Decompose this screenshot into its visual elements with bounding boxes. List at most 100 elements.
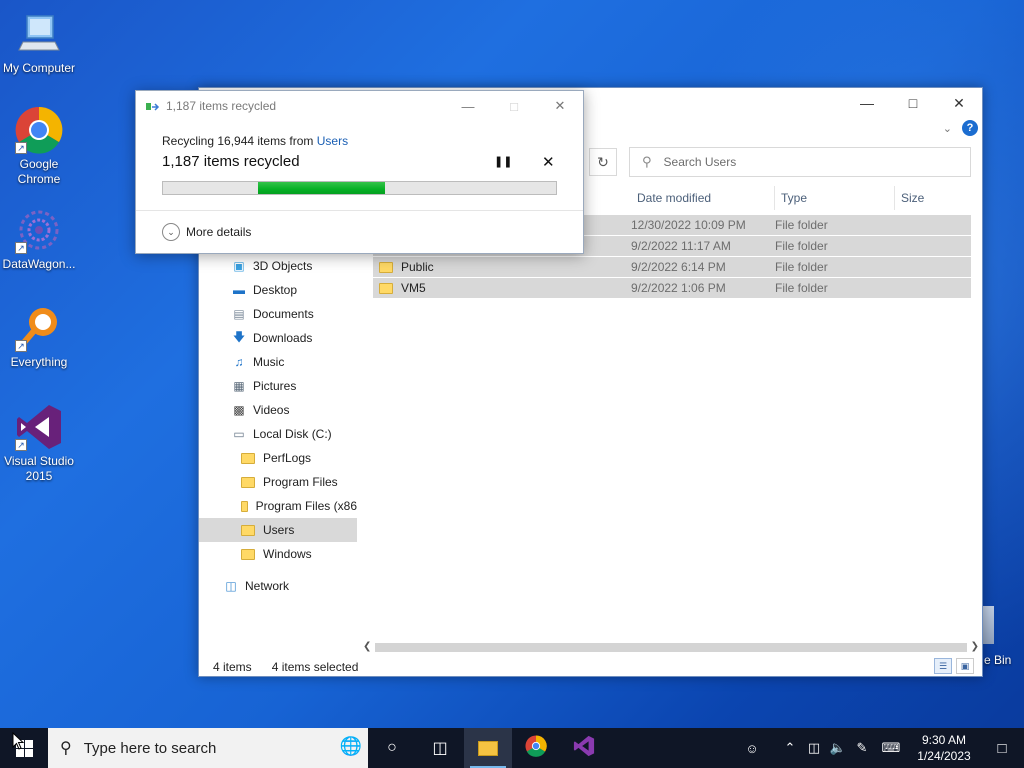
scroll-left-icon[interactable]: ❮ bbox=[363, 639, 371, 655]
desktop-icon-label: DataWagon... bbox=[2, 257, 76, 271]
notifications-icon[interactable]: □ bbox=[980, 740, 1024, 757]
nav-item-users[interactable]: Users bbox=[199, 518, 357, 542]
chrome-icon: ↗ bbox=[15, 106, 63, 154]
task-view-icon: ◫ bbox=[432, 740, 448, 757]
desktop-icon-label: Google Chrome bbox=[17, 157, 61, 186]
mouse-cursor-icon bbox=[12, 731, 25, 753]
file-type: File folder bbox=[775, 218, 828, 232]
file-date: 9/2/2022 11:17 AM bbox=[631, 239, 731, 253]
nav-item-label: Videos bbox=[253, 403, 290, 417]
taskbar-search-box[interactable]: ⚲ Type here to search 🌐 bbox=[48, 728, 368, 768]
file-date: 12/30/2022 10:09 PM bbox=[631, 218, 746, 232]
source-folder-link[interactable]: Users bbox=[317, 134, 348, 148]
navigation-pane: ▣ 3D Objects ▬ Desktop ▤ Documents 🡇 Dow… bbox=[199, 254, 357, 598]
nav-item-program-files-x86[interactable]: Program Files (x86 bbox=[199, 494, 357, 518]
desktop-icon-google-chrome[interactable]: ↗ Google Chrome bbox=[0, 106, 78, 187]
recycle-bin-icon[interactable] bbox=[982, 606, 994, 644]
network-icon[interactable]: ◫ bbox=[802, 740, 826, 756]
column-header-type[interactable]: Type bbox=[775, 186, 895, 210]
visual-studio-icon bbox=[573, 735, 595, 762]
desktop-icon-visual-studio[interactable]: ↗ Visual Studio 2015 bbox=[0, 403, 78, 484]
minimize-button[interactable]: — bbox=[844, 88, 890, 118]
search-placeholder: Search Users bbox=[663, 155, 737, 169]
search-input[interactable]: ⚲ Search Users bbox=[629, 147, 971, 177]
status-bar: 4 items 4 items selected bbox=[213, 660, 358, 674]
network-icon: ◫ bbox=[225, 579, 237, 593]
close-button[interactable]: ✕ bbox=[936, 88, 982, 118]
folder-icon bbox=[379, 261, 393, 273]
task-view-button[interactable]: ◫ bbox=[416, 728, 464, 768]
nav-item-local-disk[interactable]: ▭ Local Disk (C:) bbox=[199, 422, 357, 446]
nav-item-label: Desktop bbox=[253, 283, 298, 297]
dialog-minimize-button[interactable]: — bbox=[445, 91, 491, 121]
people-icon[interactable]: ☺ bbox=[740, 741, 764, 756]
column-header-size[interactable]: Size bbox=[895, 186, 973, 210]
taskbar-visual-studio[interactable] bbox=[560, 728, 608, 768]
nav-item-label: Pictures bbox=[253, 379, 297, 393]
nav-item-program-files[interactable]: Program Files bbox=[199, 470, 357, 494]
nav-item-label: Downloads bbox=[253, 331, 313, 345]
horizontal-scrollbar[interactable]: ❮ ❯ bbox=[359, 639, 983, 655]
file-date: 9/2/2022 1:06 PM bbox=[631, 281, 726, 295]
nav-item-downloads[interactable]: 🡇 Downloads bbox=[199, 326, 357, 350]
maximize-button[interactable]: □ bbox=[890, 88, 936, 118]
search-highlight-illustration-icon: 🌐 bbox=[339, 736, 362, 756]
file-row[interactable]: VM5 9/2/2022 1:06 PM File folder bbox=[373, 278, 971, 299]
dialog-close-button[interactable]: ✕ bbox=[537, 91, 583, 121]
computer-icon bbox=[15, 10, 63, 58]
nav-item-network[interactable]: ◫ Network bbox=[199, 574, 357, 598]
start-button[interactable] bbox=[0, 728, 48, 768]
help-icon[interactable]: ? bbox=[962, 120, 978, 136]
taskbar-search-placeholder: Type here to search bbox=[83, 739, 217, 757]
keyboard-icon[interactable]: ⌨ bbox=[874, 740, 908, 756]
volume-icon[interactable]: 🔈 bbox=[826, 740, 850, 756]
dialog-title: 1,187 items recycled bbox=[166, 99, 277, 113]
nav-item-label: Program Files bbox=[263, 475, 338, 489]
desktop-icon-label: My Computer bbox=[2, 61, 76, 75]
show-hidden-icons-chevron-icon[interactable]: ⌃ bbox=[778, 740, 802, 756]
nav-item-windows[interactable]: Windows bbox=[199, 542, 357, 566]
taskbar-chrome[interactable] bbox=[512, 728, 560, 768]
large-icons-view-icon[interactable]: ▣ bbox=[956, 658, 974, 674]
nav-item-documents[interactable]: ▤ Documents bbox=[199, 302, 357, 326]
pause-button[interactable]: ❚❚ bbox=[494, 155, 512, 168]
recycle-source-text: Recycling 16,944 items from bbox=[162, 134, 317, 148]
folder-icon bbox=[379, 282, 393, 294]
column-header-date[interactable]: Date modified bbox=[631, 186, 775, 210]
cancel-button[interactable]: ✕ bbox=[542, 153, 555, 171]
cortana-button[interactable]: ○ bbox=[368, 728, 416, 768]
clock[interactable]: 9:30 AM 1/24/2023 bbox=[908, 732, 980, 764]
file-row[interactable]: Public 9/2/2022 6:14 PM File folder bbox=[373, 257, 971, 278]
folder-icon bbox=[241, 500, 248, 512]
recycle-copy-icon bbox=[146, 101, 160, 111]
nav-item-3d-objects[interactable]: ▣ 3D Objects bbox=[199, 254, 357, 278]
file-type: File folder bbox=[775, 239, 828, 253]
desktop-icon-everything[interactable]: ↗ Everything bbox=[0, 304, 78, 370]
everything-search-icon: ↗ bbox=[15, 304, 63, 352]
refresh-button[interactable]: ↻ bbox=[589, 148, 617, 176]
nav-item-pictures[interactable]: ▦ Pictures bbox=[199, 374, 357, 398]
file-name: VM5 bbox=[401, 281, 426, 295]
scroll-right-icon[interactable]: ❯ bbox=[971, 639, 979, 655]
file-explorer-icon bbox=[478, 740, 498, 756]
expand-ribbon-chevron-icon[interactable]: ⌄ bbox=[943, 122, 952, 135]
nav-item-desktop[interactable]: ▬ Desktop bbox=[199, 278, 357, 302]
dialog-divider bbox=[136, 210, 583, 211]
visual-studio-icon: ↗ bbox=[15, 403, 63, 451]
nav-item-perflogs[interactable]: PerfLogs bbox=[199, 446, 357, 470]
system-tray: ☺ ⌃ ◫ 🔈 ✎ ⌨ 9:30 AM 1/24/2023 □ bbox=[740, 728, 1024, 768]
nav-item-label: Users bbox=[263, 523, 295, 537]
desktop-icon-datawagon[interactable]: ↗ DataWagon... bbox=[0, 206, 78, 272]
nav-item-music[interactable]: ♫ Music bbox=[199, 350, 357, 374]
drive-icon: ▭ bbox=[233, 427, 245, 441]
pen-icon[interactable]: ✎ bbox=[850, 740, 874, 756]
nav-item-videos[interactable]: ▩ Videos bbox=[199, 398, 357, 422]
more-details-label: More details bbox=[186, 225, 252, 239]
desktop-icon-my-computer[interactable]: My Computer bbox=[0, 10, 78, 76]
scrollbar-thumb[interactable] bbox=[375, 643, 967, 652]
nav-item-label: 3D Objects bbox=[253, 259, 313, 273]
details-view-icon[interactable]: ☰ bbox=[934, 658, 952, 674]
more-details-button[interactable]: ⌄ More details bbox=[162, 223, 251, 241]
nav-item-label: Local Disk (C:) bbox=[253, 427, 332, 441]
taskbar-file-explorer[interactable] bbox=[464, 728, 512, 768]
